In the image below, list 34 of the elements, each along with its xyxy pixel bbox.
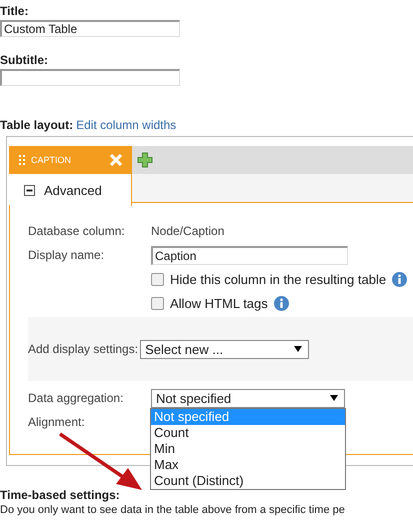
checkbox[interactable]: [151, 272, 164, 286]
field-label: Data aggregation:: [28, 391, 124, 405]
dropdown-option[interactable]: Count: [151, 424, 345, 440]
description-text: Do you only want to see data in the table above from a specific time pe: [0, 504, 346, 517]
section-label: Table layout:: [0, 118, 74, 132]
checkbox[interactable]: [151, 296, 164, 310]
field-label: Database column:: [28, 224, 126, 238]
field-label: Display name:: [28, 248, 106, 262]
edit-widths-link[interactable]: Edit column widths: [76, 118, 176, 132]
subtitle-field[interactable]: [0, 69, 180, 86]
drag-handle-icon: [19, 155, 25, 165]
field-label: Title:: [0, 4, 30, 18]
add-icon[interactable]: [137, 152, 153, 168]
close-icon[interactable]: [109, 153, 123, 167]
display-settings-select[interactable]: Select new ...: [140, 340, 310, 358]
dropdown-option[interactable]: Min: [151, 440, 345, 456]
display-name-field[interactable]: Caption: [151, 246, 348, 264]
dropdown-arrow-icon: [330, 395, 338, 401]
dropdown-arrow-icon: [294, 346, 302, 352]
info-icon[interactable]: [392, 272, 408, 286]
section-header[interactable]: Advanced: [9, 174, 131, 206]
field-label: Subtitle:: [0, 53, 49, 67]
collapse-icon: [24, 184, 35, 196]
dropdown-option[interactable]: Max: [151, 456, 345, 472]
field-label: Alignment:: [28, 415, 86, 429]
info-icon[interactable]: [274, 296, 289, 310]
checkbox-label: Allow HTML tags: [170, 296, 268, 310]
aggregation-select[interactable]: Not specified: [151, 388, 345, 408]
section-heading: Time-based settings:: [0, 488, 121, 502]
title-field[interactable]: Custom Table: [0, 20, 180, 37]
dropdown-option[interactable]: Count (Distinct): [151, 472, 345, 488]
field-value: Node/Caption: [151, 224, 224, 238]
field-label: Add display settings:: [28, 342, 138, 356]
checkbox-label: Hide this column in the resulting table: [170, 272, 386, 286]
